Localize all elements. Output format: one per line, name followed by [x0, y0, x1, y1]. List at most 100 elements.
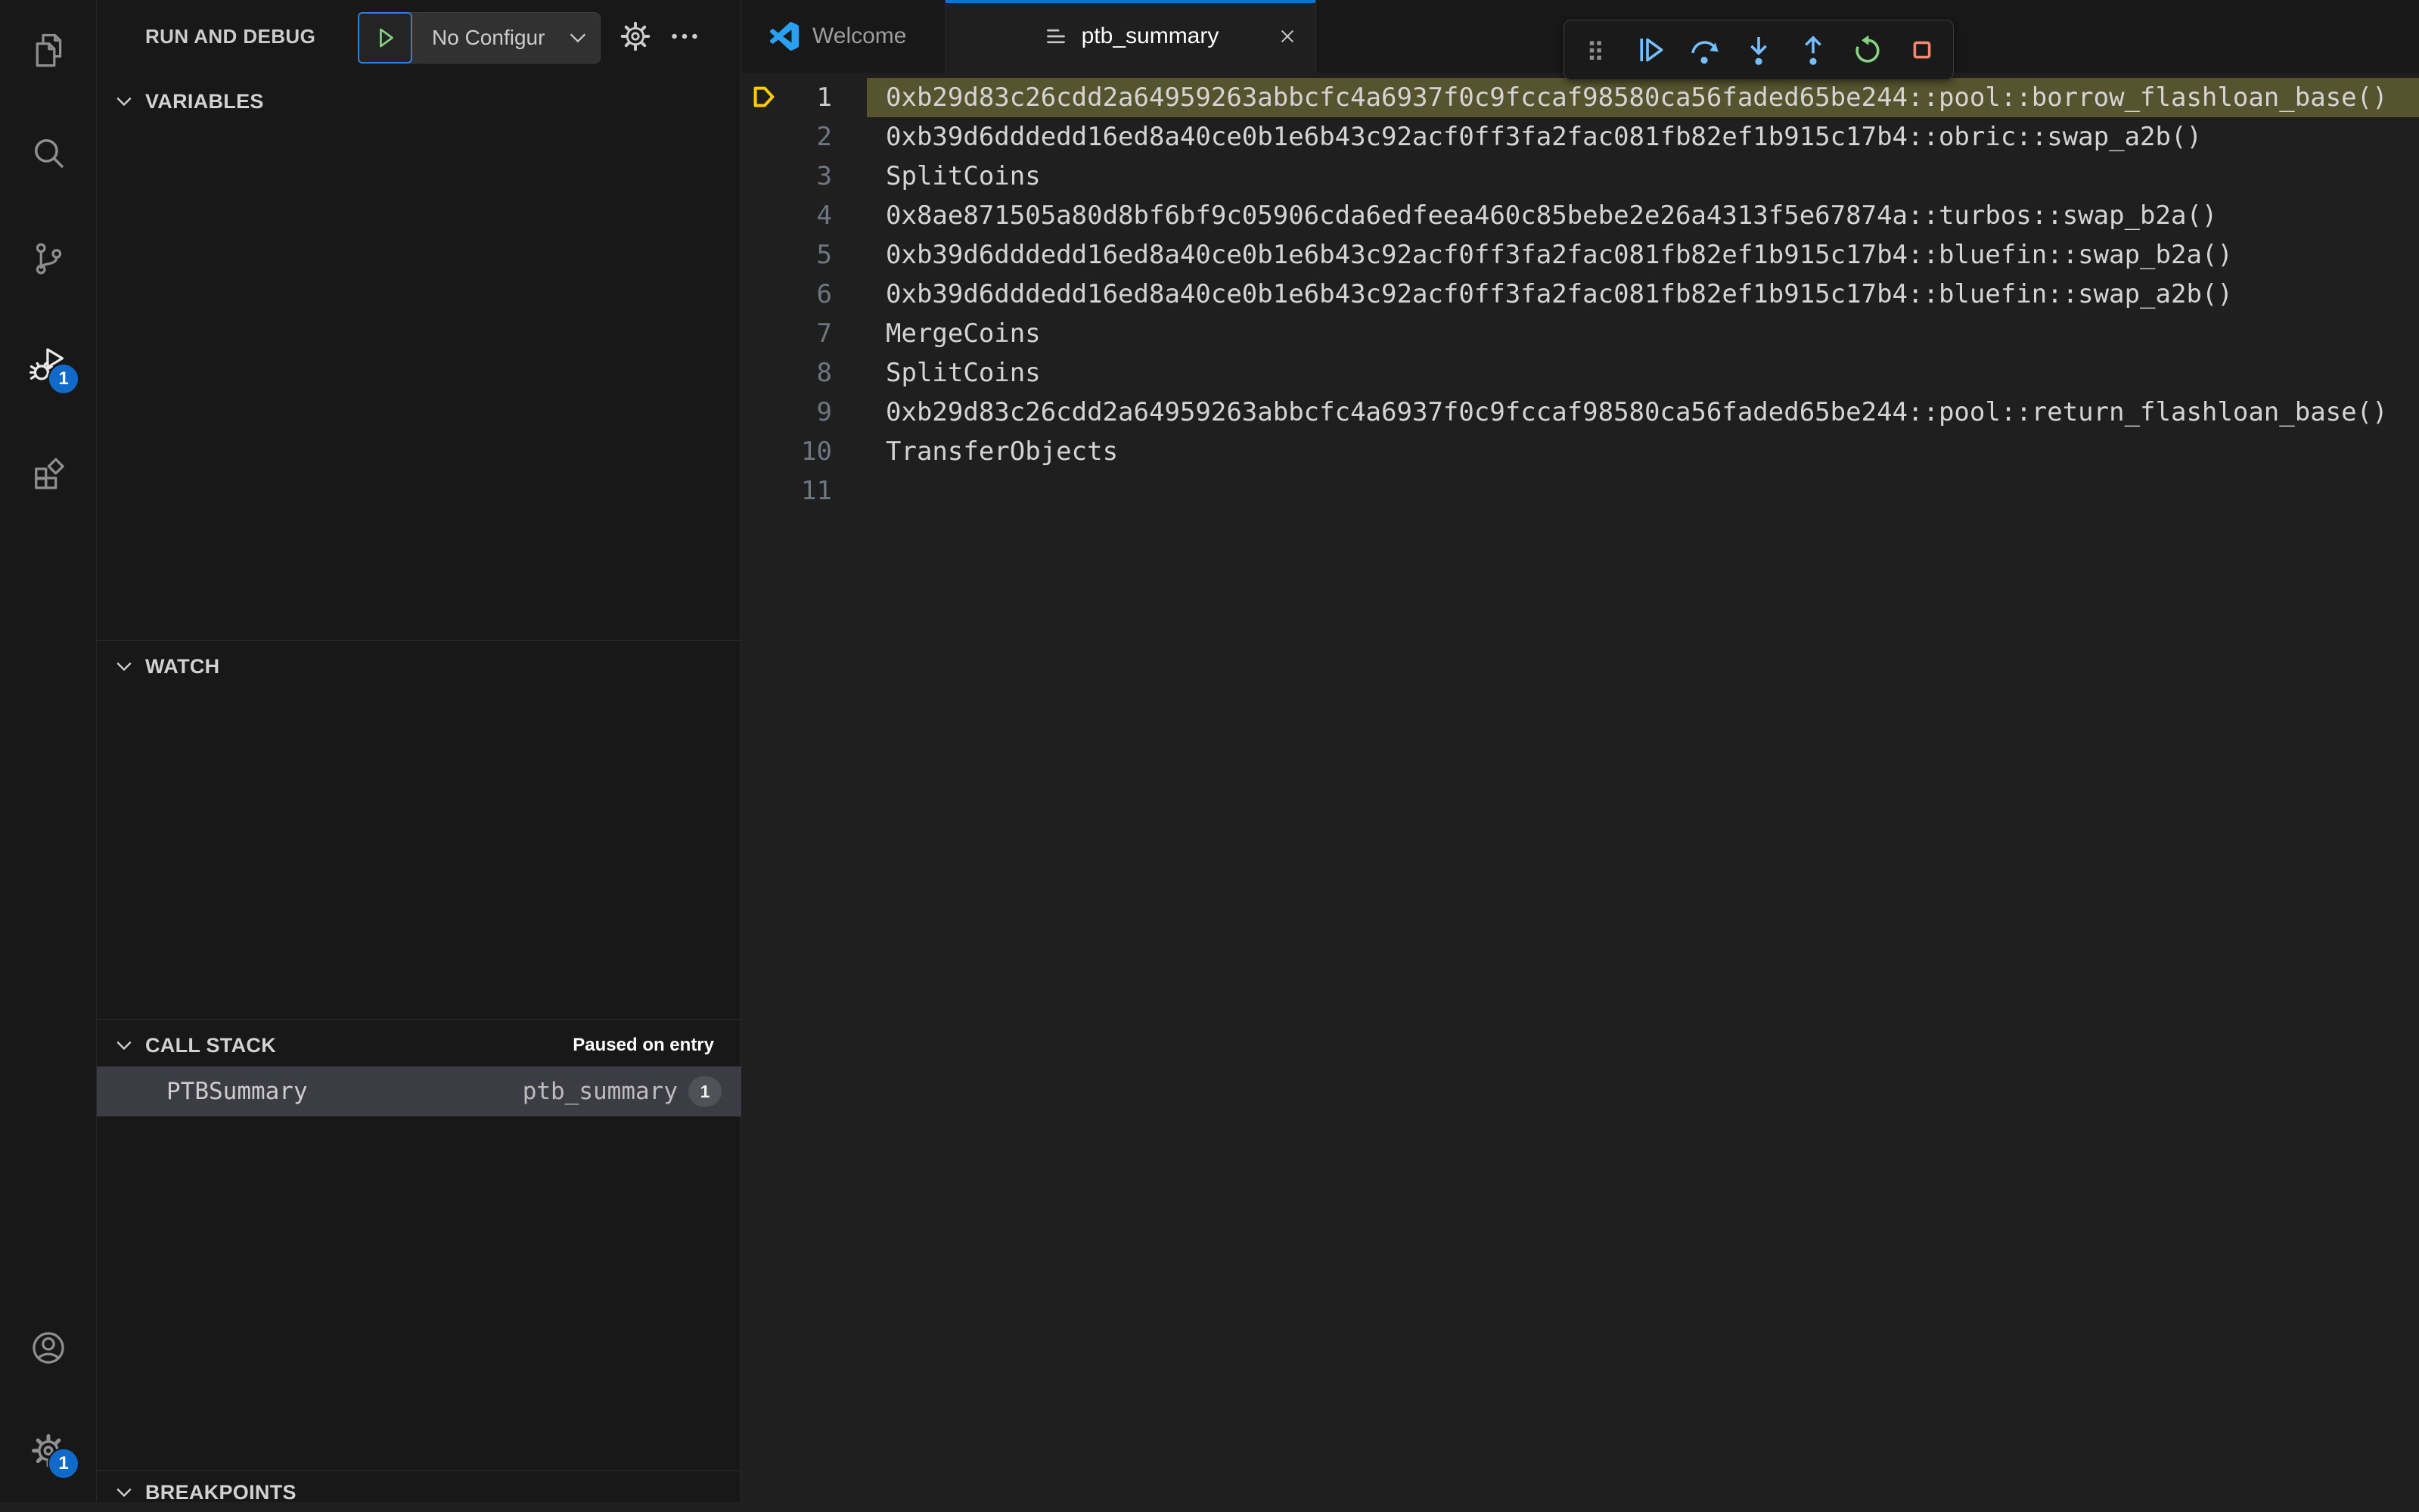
stop-button[interactable]: [1898, 26, 1946, 74]
line-text[interactable]: SplitCoins: [867, 353, 2419, 393]
line-text[interactable]: TransferObjects: [867, 432, 2419, 471]
line-text[interactable]: MergeCoins: [867, 314, 2419, 353]
line-text[interactable]: SplitCoins: [867, 157, 2419, 196]
code-line[interactable]: 10 TransferObjects: [741, 432, 2419, 471]
gripper-icon: [1577, 32, 1613, 68]
breakpoint-gutter[interactable]: [741, 471, 787, 511]
continue-button[interactable]: [1626, 26, 1674, 74]
extensions-icon: [29, 451, 68, 490]
step-into-button[interactable]: [1734, 26, 1783, 74]
sidebar-title: RUN AND DEBUG: [145, 24, 316, 48]
debug-configuration-value: No Configur: [432, 26, 545, 49]
line-text[interactable]: 0xb39d6dddedd16ed8a40ce0b1e6b43c92acf0ff…: [867, 117, 2419, 157]
breakpoint-gutter[interactable]: [741, 235, 787, 275]
step-out-button[interactable]: [1789, 26, 1837, 74]
line-number: 8: [816, 358, 832, 388]
watch-section-label: WATCH: [145, 654, 220, 678]
line-text[interactable]: 0xb29d83c26cdd2a64959263abbcfc4a6937f0c9…: [867, 393, 2419, 432]
source-control-icon: [29, 239, 68, 278]
debug-configuration-dropdown[interactable]: No Configur: [409, 12, 601, 64]
debug-badge: 1: [48, 363, 79, 395]
line-text[interactable]: 0x8ae871505a80d8bf6bf9c05906cda6edfeea46…: [867, 196, 2419, 235]
debug-settings-button[interactable]: [618, 19, 653, 54]
code-editor[interactable]: 1 0xb29d83c26cdd2a64959263abbcfc4a6937f0…: [741, 73, 2419, 1502]
chevron-down-icon: [567, 26, 589, 49]
call-stack-section: CALL STACK Paused on entry PTBSummary pt…: [97, 1019, 741, 1470]
chevron-down-icon: [113, 91, 135, 112]
activity-bar-top: 1: [0, 0, 96, 523]
code-line[interactable]: 8 SplitCoins: [741, 353, 2419, 393]
code-line[interactable]: 2 0xb39d6dddedd16ed8a40ce0b1e6b43c92acf0…: [741, 117, 2419, 157]
activity-item-explorer[interactable]: [0, 0, 96, 100]
activity-item-settings[interactable]: 1: [0, 1399, 96, 1502]
code-line[interactable]: 11: [741, 471, 2419, 511]
run-and-debug-sidebar: RUN AND DEBUG No Configur VARIABLES WATC…: [97, 0, 741, 1504]
step-into-icon: [1740, 32, 1777, 68]
code-line[interactable]: 5 0xb39d6dddedd16ed8a40ce0b1e6b43c92acf0…: [741, 235, 2419, 275]
paused-status-text: Paused on entry: [573, 1035, 714, 1055]
line-number: 3: [816, 161, 832, 191]
line-number: 4: [816, 200, 832, 231]
breakpoint-gutter[interactable]: [741, 78, 787, 117]
step-over-button[interactable]: [1680, 26, 1728, 74]
watch-section-header[interactable]: WATCH: [97, 647, 741, 686]
restart-button[interactable]: [1843, 26, 1892, 74]
code-line[interactable]: 4 0x8ae871505a80d8bf6bf9c05906cda6edfeea…: [741, 196, 2419, 235]
list-file-icon: [1042, 23, 1070, 50]
line-number: 11: [801, 476, 832, 506]
call-stack-section-header[interactable]: CALL STACK Paused on entry: [97, 1026, 741, 1065]
activity-item-accounts[interactable]: [0, 1296, 96, 1399]
code-line[interactable]: 1 0xb29d83c26cdd2a64959263abbcfc4a6937f0…: [741, 78, 2419, 117]
breakpoint-gutter[interactable]: [741, 353, 787, 393]
chevron-down-icon: [113, 656, 135, 677]
debug-current-line-arrow-icon: [753, 86, 775, 107]
breakpoint-gutter[interactable]: [741, 157, 787, 196]
activity-item-run-and-debug[interactable]: 1: [0, 312, 96, 418]
stack-frame-row[interactable]: PTBSummary ptb_summary 1: [97, 1066, 741, 1116]
line-number: 10: [801, 436, 832, 467]
step-out-icon: [1795, 32, 1831, 68]
activity-item-search[interactable]: [0, 100, 96, 206]
ellipsis-icon: [667, 19, 702, 54]
variables-section-header[interactable]: VARIABLES: [97, 82, 741, 121]
close-icon[interactable]: [1275, 23, 1300, 49]
settings-badge: 1: [48, 1448, 79, 1479]
tab-welcome[interactable]: Welcome: [741, 0, 946, 73]
start-debugging-button[interactable]: [358, 12, 412, 64]
line-text[interactable]: 0xb39d6dddedd16ed8a40ce0b1e6b43c92acf0ff…: [867, 275, 2419, 314]
line-text[interactable]: 0xb29d83c26cdd2a64959263abbcfc4a6937f0c9…: [867, 78, 2419, 117]
breakpoint-gutter[interactable]: [741, 275, 787, 314]
activity-item-extensions[interactable]: [0, 418, 96, 523]
code-line[interactable]: 6 0xb39d6dddedd16ed8a40ce0b1e6b43c92acf0…: [741, 275, 2419, 314]
tab-welcome-label: Welcome: [812, 23, 907, 48]
toolbar-drag-handle[interactable]: [1571, 26, 1619, 74]
line-text[interactable]: 0xb39d6dddedd16ed8a40ce0b1e6b43c92acf0ff…: [867, 235, 2419, 275]
debug-continue-icon: [1632, 32, 1668, 68]
breakpoint-gutter[interactable]: [741, 196, 787, 235]
breakpoint-gutter[interactable]: [741, 117, 787, 157]
tab-ptb-summary[interactable]: ptb_summary: [946, 0, 1316, 73]
search-icon: [29, 133, 68, 172]
account-icon: [29, 1328, 68, 1368]
stack-frame-badge: 1: [688, 1076, 722, 1107]
sidebar-header: RUN AND DEBUG No Configur: [97, 0, 741, 73]
line-text[interactable]: [867, 471, 2419, 511]
views-more-actions-button[interactable]: [667, 19, 702, 54]
tab-ptb-summary-label: ptb_summary: [1081, 23, 1219, 48]
breakpoints-section-label: BREAKPOINTS: [145, 1480, 297, 1504]
editor-group: Welcome ptb_summary 1 0xb29d83c26cdd2a64…: [741, 0, 2419, 1502]
activity-item-source-control[interactable]: [0, 206, 96, 312]
chevron-down-icon: [113, 1482, 135, 1503]
code-line[interactable]: 3 SplitCoins: [741, 157, 2419, 196]
debug-toolbar: [1564, 20, 1954, 80]
watch-section: WATCH: [97, 640, 741, 1019]
breakpoint-gutter[interactable]: [741, 393, 787, 432]
files-icon: [29, 30, 68, 70]
code-line[interactable]: 7 MergeCoins: [741, 314, 2419, 353]
breakpoints-section-header[interactable]: BREAKPOINTS: [97, 1473, 741, 1512]
code-line[interactable]: 9 0xb29d83c26cdd2a64959263abbcfc4a6937f0…: [741, 393, 2419, 432]
breakpoint-gutter[interactable]: [741, 314, 787, 353]
debug-launch-control: No Configur: [358, 12, 601, 64]
variables-section-label: VARIABLES: [145, 89, 264, 113]
breakpoint-gutter[interactable]: [741, 432, 787, 471]
